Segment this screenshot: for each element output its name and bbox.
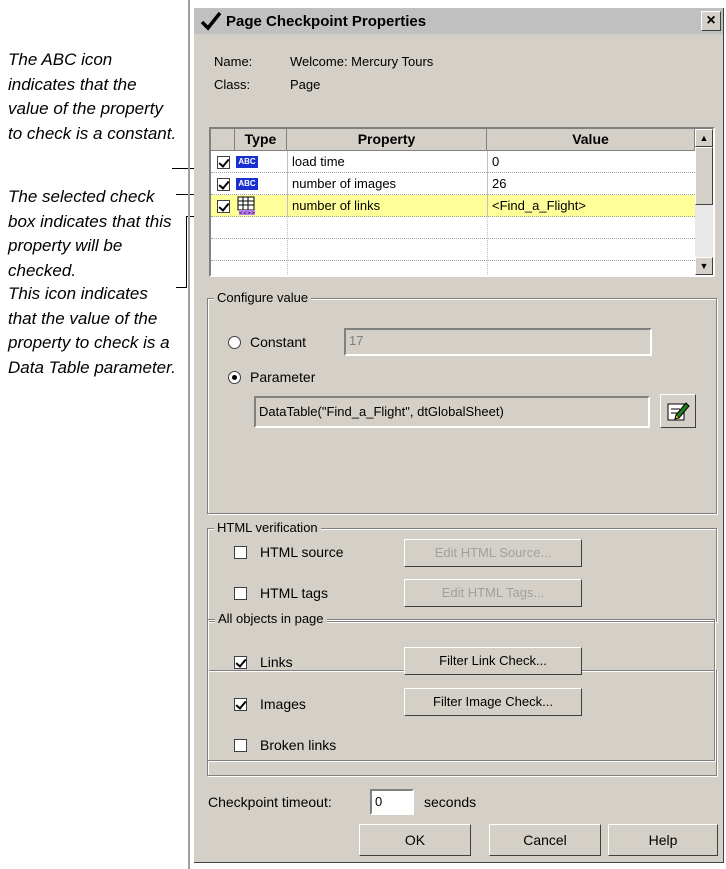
html-tags-checkbox[interactable] [234,587,247,600]
grid-header: Type Property Value [211,129,695,151]
images-checkbox[interactable] [234,698,247,711]
annotation-selected-check: The selected check box indicates that th… [8,187,172,280]
configure-value-title: Configure value [214,290,312,305]
row-divider [211,216,695,217]
row-property: load time [287,151,487,173]
annotation-data-icon: This icon indicates that the value of th… [8,284,176,377]
column-divider [487,151,489,275]
images-label[interactable]: Images [260,696,306,712]
scroll-down-button[interactable]: ▼ [695,257,713,275]
parameter-radio[interactable] [228,371,241,384]
header-select-column [211,129,235,151]
broken-links-checkbox[interactable] [234,739,247,752]
scroll-thumb[interactable] [695,147,713,205]
checkpoint-timeout-label: Checkpoint timeout: [208,794,332,810]
header-value[interactable]: Value [487,129,695,151]
annotation-abc-icon: The ABC icon indicates that the value of… [8,50,177,143]
callout-line-data-v [186,216,187,287]
title-bar[interactable]: Page Checkpoint Properties × [194,8,723,34]
property-grid: Type Property Value ABC load time 0 ABC … [209,127,715,277]
table-row[interactable]: ABC number of images 26 [211,173,695,195]
edit-html-tags-button[interactable]: Edit HTML Tags... [404,579,582,607]
table-row[interactable]: ABC load time 0 [211,151,695,173]
parameter-field[interactable]: DataTable("Find_a_Flight", dtGlobalSheet… [254,396,650,428]
links-checkbox[interactable] [234,656,247,669]
cancel-button[interactable]: Cancel [489,824,601,856]
triangle-down-icon: ▼ [699,261,709,271]
filter-link-check-button[interactable]: Filter Link Check... [404,647,582,675]
header-type[interactable]: Type [235,129,287,151]
class-value: Page [290,77,321,92]
constant-label[interactable]: Constant [250,334,306,350]
triangle-up-icon: ▲ [699,133,709,143]
vertical-scrollbar[interactable]: ▲ ▼ [695,129,713,275]
parameter-label[interactable]: Parameter [250,369,315,385]
header-property[interactable]: Property [287,129,487,151]
table-row-selected[interactable]: <<>> number of links <Find_a_Flight> [211,195,695,217]
ok-button[interactable]: OK [359,824,471,856]
row-checkbox[interactable] [217,155,230,169]
broken-links-label[interactable]: Broken links [260,737,336,753]
row-divider [211,260,695,261]
timeout-unit-label: seconds [424,794,477,810]
row-property: number of images [287,173,487,195]
edit-html-source-button[interactable]: Edit HTML Source... [404,539,582,567]
html-source-label[interactable]: HTML source [260,544,344,560]
links-label[interactable]: Links [260,654,293,670]
row-type-cell: ABC [217,173,287,195]
row-property: number of links [287,195,487,217]
name-label: Name: [214,54,253,69]
html-source-checkbox[interactable] [234,546,247,559]
close-button[interactable]: × [701,11,721,31]
row-checkbox[interactable] [217,199,230,213]
checkpoint-timeout-input[interactable]: 0 [370,789,414,815]
row-type-cell: ABC [217,151,287,173]
row-checkbox[interactable] [217,177,230,191]
row-divider [211,238,695,239]
constant-field[interactable]: 17 [344,328,652,356]
close-icon: × [706,12,716,29]
name-value: Welcome: Mercury Tours [290,54,434,69]
filter-image-check-button[interactable]: Filter Image Check... [404,688,582,716]
dialog-title: Page Checkpoint Properties [226,12,427,30]
checkmark-icon [200,11,222,31]
abc-icon: ABC [236,156,258,168]
row-value: <Find_a_Flight> [487,195,695,217]
edit-parameter-icon [667,402,690,421]
scroll-up-button[interactable]: ▲ [695,129,713,147]
data-table-icon: <<>> [237,196,255,216]
abc-icon: ABC [236,178,258,190]
row-type-cell: <<>> [217,195,287,217]
html-verification-title: HTML verification [214,520,321,535]
column-divider [287,151,289,275]
constant-radio[interactable] [228,336,241,349]
edit-parameter-button[interactable] [660,394,696,428]
row-value: 26 [487,173,695,195]
window-edge [188,0,190,869]
class-label: Class: [214,77,251,92]
callout-line-data-h2 [176,287,187,288]
all-objects-title: All objects in page [215,611,327,626]
help-button[interactable]: Help [608,824,718,856]
row-value: 0 [487,151,695,173]
html-tags-label[interactable]: HTML tags [260,585,328,601]
